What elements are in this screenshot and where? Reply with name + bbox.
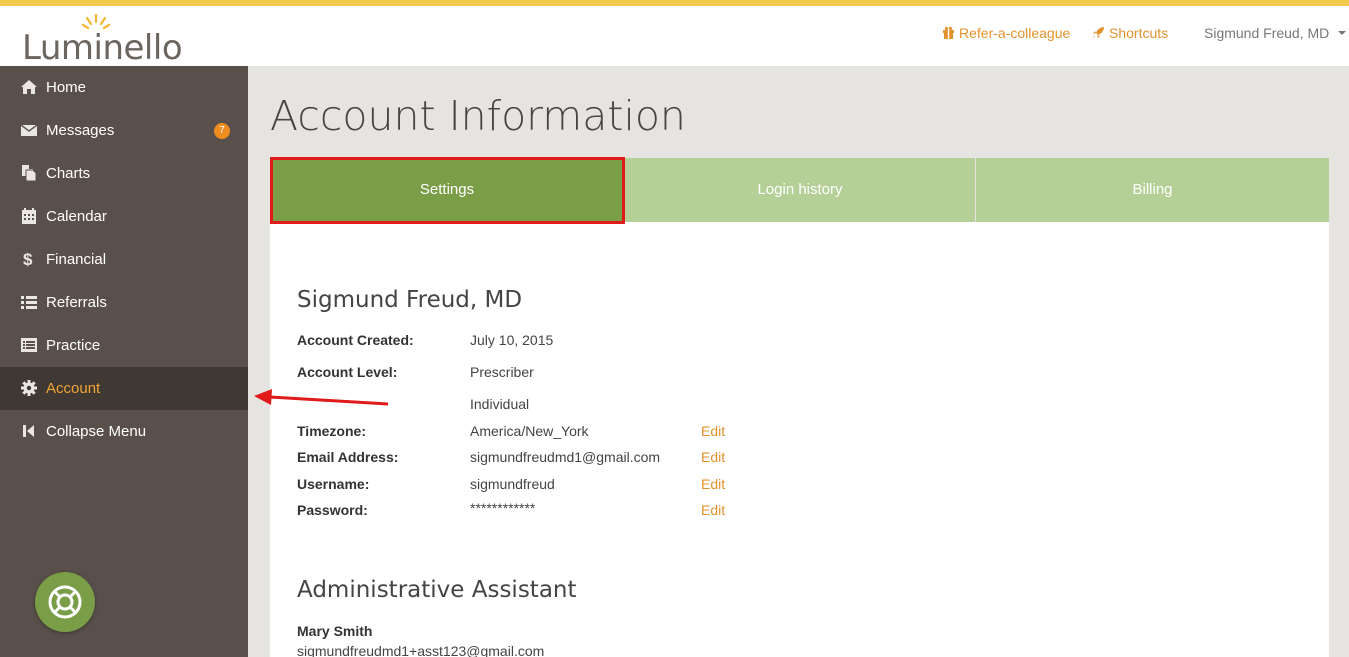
shortcuts-link[interactable]: Shortcuts bbox=[1092, 25, 1168, 41]
annotation-arrow bbox=[254, 389, 389, 406]
assistant-name: Mary Smith bbox=[297, 623, 373, 639]
timezone-label: Timezone: bbox=[297, 423, 366, 439]
sidebar-item-label: Financial bbox=[46, 251, 107, 268]
list-alt-icon bbox=[21, 338, 37, 352]
sidebar-item-messages[interactable]: Messages 7 bbox=[0, 109, 248, 152]
password-label: Password: bbox=[297, 502, 368, 518]
username-label: Username: bbox=[297, 476, 370, 492]
help-button[interactable] bbox=[35, 572, 95, 632]
sidebar-item-calendar[interactable]: Calendar bbox=[0, 195, 248, 238]
timezone-value: America/New_York bbox=[470, 423, 589, 439]
sidebar-item-label: Practice bbox=[46, 337, 101, 354]
settings-tab-highlight bbox=[270, 157, 625, 224]
tab-billing[interactable]: Billing bbox=[976, 158, 1329, 222]
step-backward-icon bbox=[23, 425, 34, 437]
files-icon bbox=[22, 165, 37, 182]
envelope-icon bbox=[20, 124, 38, 136]
sidebar-item-label: Charts bbox=[46, 165, 91, 182]
account-created-value: July 10, 2015 bbox=[470, 332, 554, 348]
caret-down-icon bbox=[1338, 31, 1347, 35]
sidebar-item-home[interactable]: Home bbox=[0, 66, 248, 109]
account-plan-value: Individual bbox=[470, 396, 530, 412]
account-level-label: Account Level: bbox=[297, 364, 398, 380]
sidebar-item-financial[interactable]: $ Financial bbox=[0, 238, 248, 281]
calendar-icon bbox=[22, 208, 36, 224]
timezone-edit-link[interactable]: Edit bbox=[701, 423, 725, 439]
rocket-icon bbox=[1093, 27, 1104, 38]
shortcuts-label: Shortcuts bbox=[1109, 25, 1169, 41]
username-value: sigmundfreud bbox=[470, 476, 555, 492]
tab-login-history[interactable]: Login history bbox=[625, 158, 975, 222]
account-holder-name: Sigmund Freud, MD bbox=[297, 287, 523, 313]
svg-text:$: $ bbox=[23, 250, 33, 268]
user-name: Sigmund Freud, MD bbox=[1204, 25, 1330, 41]
gear-icon bbox=[21, 380, 37, 396]
password-edit-link[interactable]: Edit bbox=[701, 502, 725, 518]
gift-icon bbox=[943, 26, 954, 39]
account-created-label: Account Created: bbox=[297, 332, 414, 348]
sidebar-item-charts[interactable]: Charts bbox=[0, 152, 248, 195]
email-edit-link[interactable]: Edit bbox=[701, 449, 725, 465]
sidebar-item-referrals[interactable]: Referrals bbox=[0, 281, 248, 324]
email-label: Email Address: bbox=[297, 449, 399, 465]
list-icon bbox=[21, 296, 37, 309]
home-icon bbox=[21, 80, 37, 94]
password-value: ************ bbox=[470, 500, 536, 516]
messages-count-badge: 7 bbox=[214, 123, 230, 139]
dollar-icon: $ bbox=[23, 250, 33, 268]
sidebar-item-label: Account bbox=[46, 380, 101, 397]
refer-colleague-link[interactable]: Refer-a-colleague bbox=[942, 25, 1070, 41]
sidebar-item-practice[interactable]: Practice bbox=[0, 324, 248, 367]
page-title: Account Information bbox=[270, 92, 686, 140]
sidebar-item-label: Home bbox=[46, 79, 87, 96]
logo-text: Luminello bbox=[22, 28, 183, 68]
email-value: sigmundfreudmd1@gmail.com bbox=[470, 449, 661, 465]
lifebuoy-icon bbox=[48, 585, 82, 619]
sidebar-item-label: Referrals bbox=[46, 294, 107, 311]
assistant-section-title: Administrative Assistant bbox=[297, 577, 577, 603]
sidebar-item-label: Collapse Menu bbox=[46, 423, 147, 440]
refer-colleague-label: Refer-a-colleague bbox=[959, 25, 1071, 41]
sidebar-item-collapse-menu[interactable]: Collapse Menu bbox=[0, 410, 248, 453]
sidebar-item-label: Calendar bbox=[46, 208, 107, 225]
account-level-value: Prescriber bbox=[470, 364, 534, 380]
username-edit-link[interactable]: Edit bbox=[701, 476, 725, 492]
header-bar: Luminello Refer-a-colleague Shortcuts Si… bbox=[0, 6, 1349, 68]
user-menu[interactable]: Sigmund Freud, MD bbox=[1204, 25, 1347, 41]
sidebar-item-account[interactable]: Account bbox=[0, 367, 248, 410]
sidebar: Home Messages 7 Charts Calendar $ Financ… bbox=[0, 66, 248, 657]
assistant-email: sigmundfreudmd1+asst123@gmail.com bbox=[297, 643, 545, 657]
sidebar-item-label: Messages bbox=[46, 122, 115, 139]
